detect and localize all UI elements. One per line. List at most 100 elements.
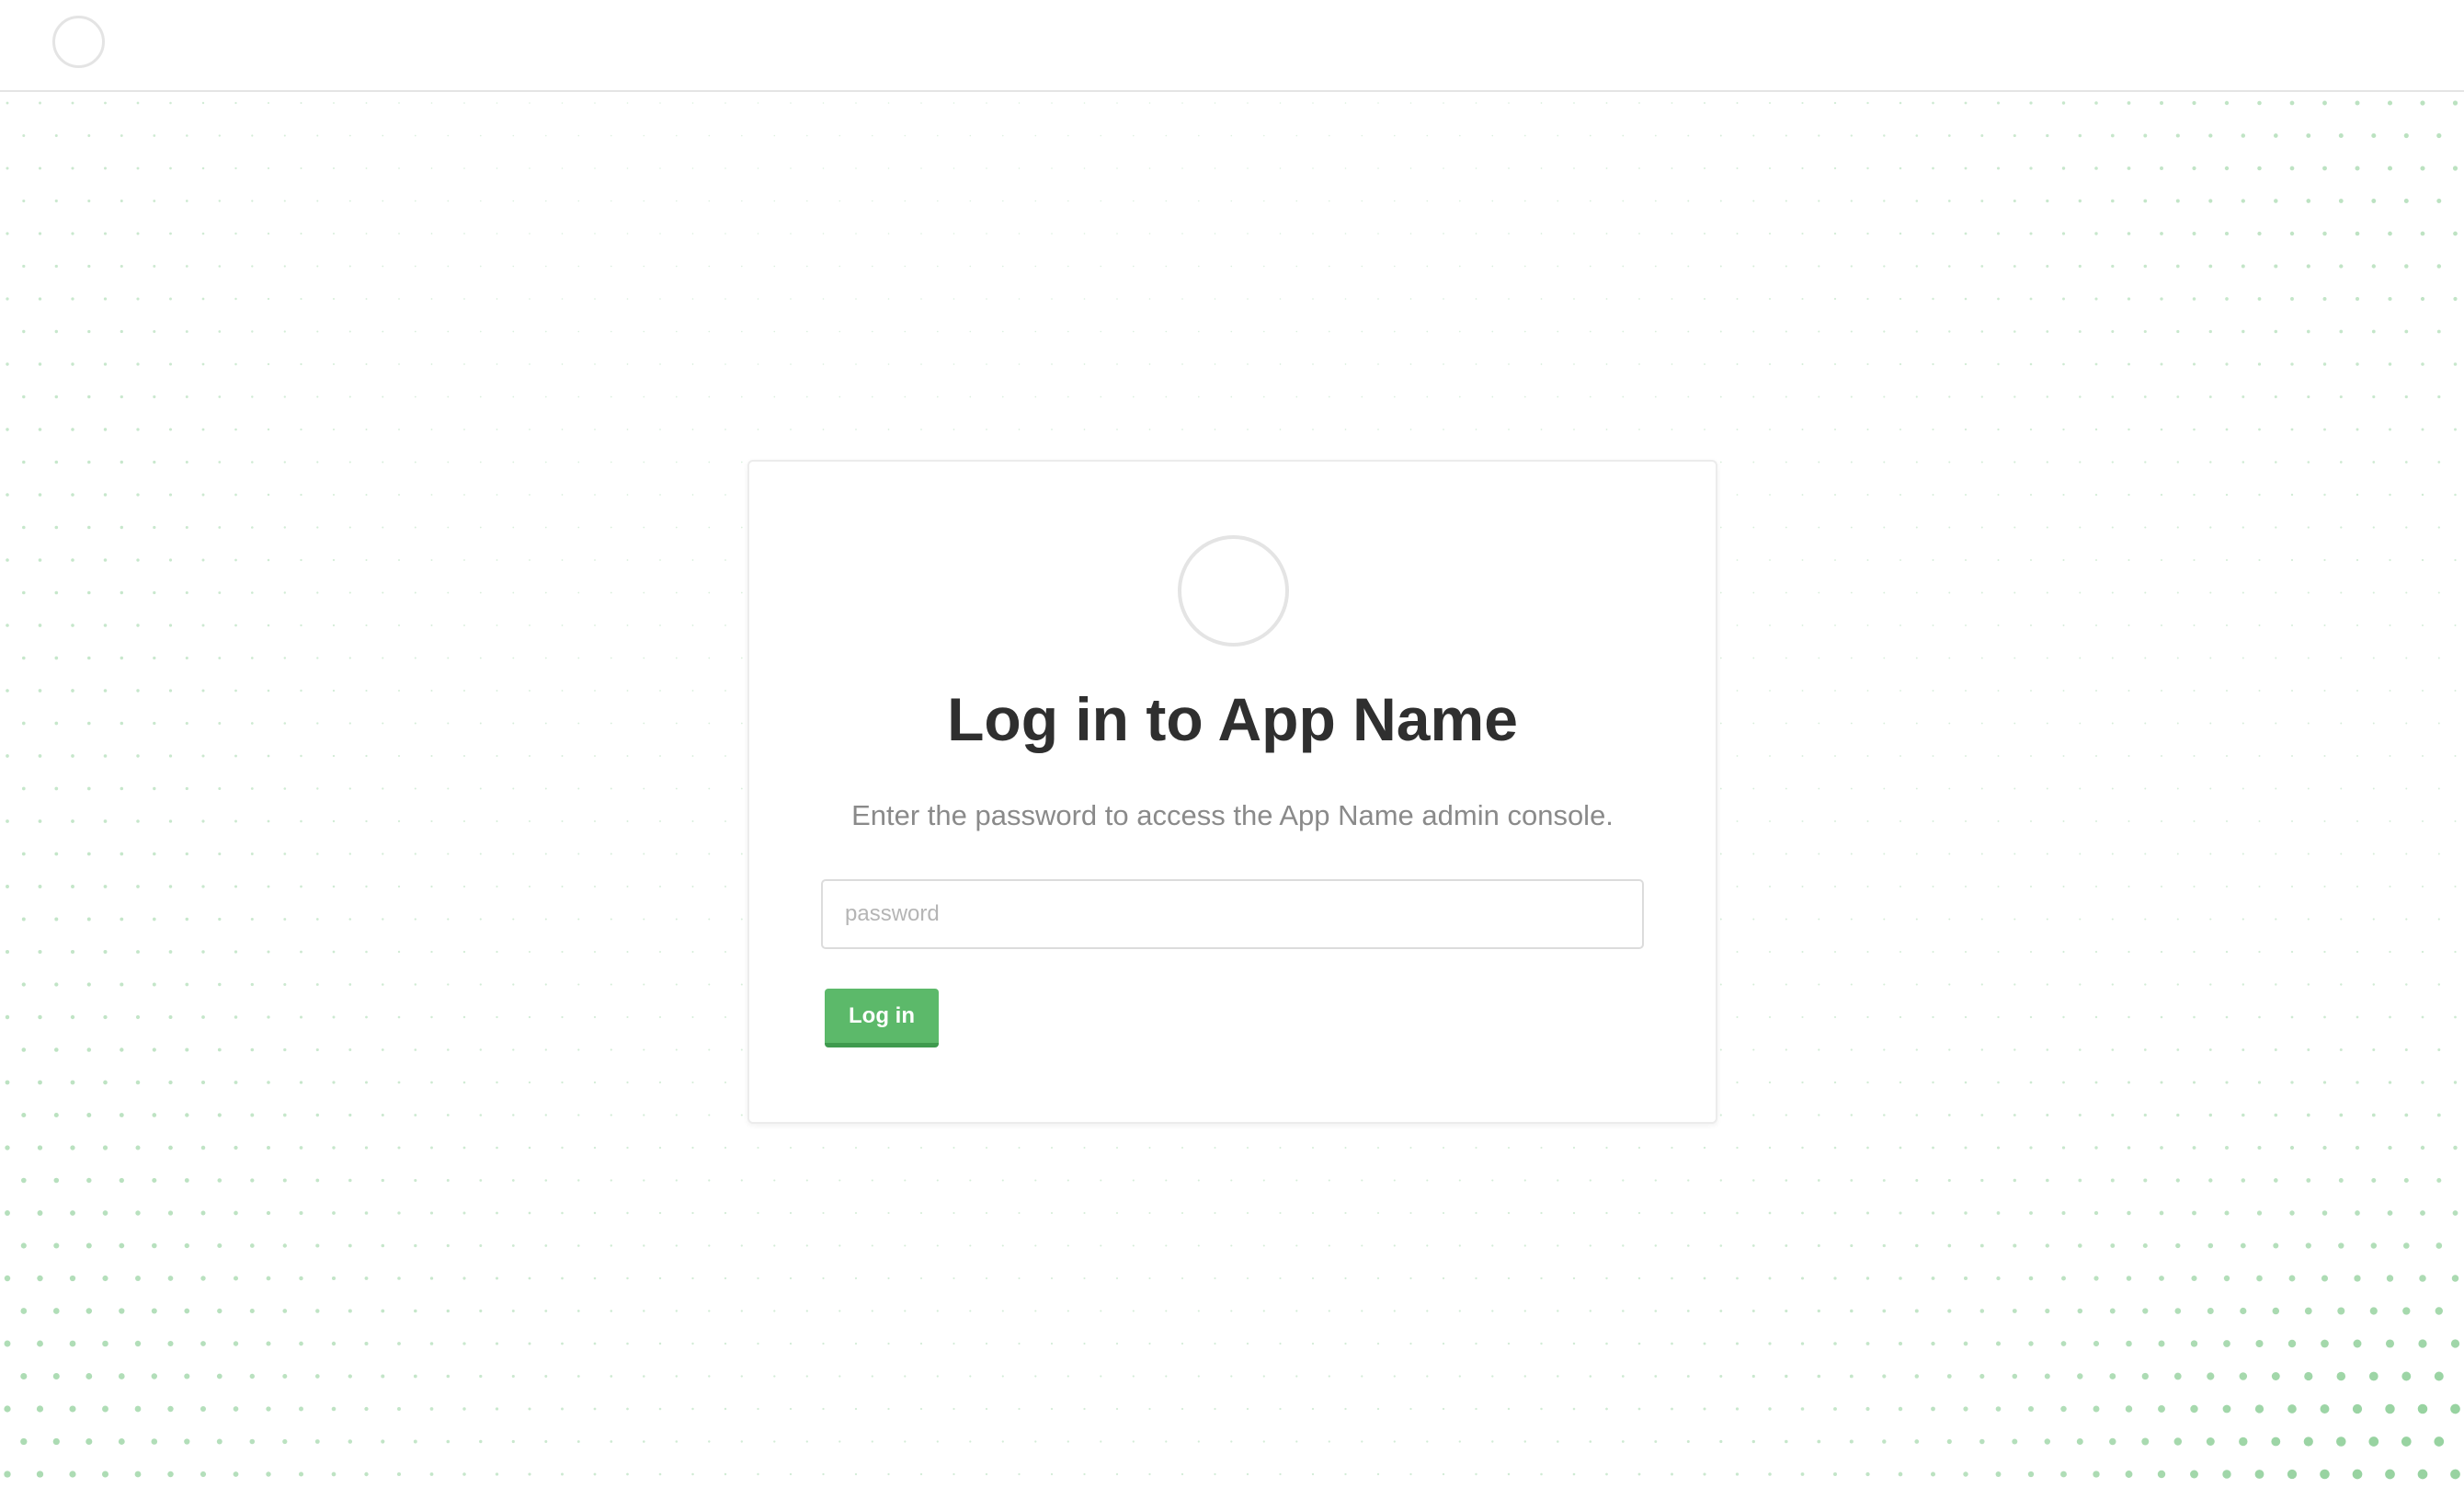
background-dot <box>2012 1309 2017 1313</box>
background-dot <box>920 233 922 235</box>
password-input[interactable] <box>821 879 1644 949</box>
background-dot <box>348 330 351 333</box>
background-dot <box>348 918 352 921</box>
background-dot <box>740 853 743 855</box>
background-dot <box>2159 1276 2164 1281</box>
background-dot <box>2127 885 2130 888</box>
background-dot <box>1214 1472 1216 1476</box>
background-dot <box>1914 1439 1920 1444</box>
background-dot <box>249 1308 255 1314</box>
background-dot <box>1768 1146 1772 1150</box>
background-dot <box>1393 1375 1396 1378</box>
background-dot <box>201 362 205 366</box>
background-dot <box>2420 1210 2425 1216</box>
background-dot <box>1769 624 1771 626</box>
background-dot <box>2307 526 2310 529</box>
header-logo-icon[interactable] <box>52 16 105 68</box>
background-dot <box>1800 1276 1805 1280</box>
background-dot <box>1214 1276 1216 1280</box>
background-dot <box>2257 1081 2262 1084</box>
background-dot <box>1866 886 1869 887</box>
background-dot <box>299 1015 303 1019</box>
background-dot <box>2144 918 2147 921</box>
background-dot <box>512 853 515 855</box>
background-dot <box>1034 1375 1037 1378</box>
background-dot <box>561 1081 564 1084</box>
background-dot <box>1018 167 1021 169</box>
background-dot <box>2386 1275 2394 1282</box>
background-dot <box>1443 233 1444 235</box>
background-dot <box>724 1276 727 1280</box>
background-dot <box>2062 1015 2065 1019</box>
background-dot <box>986 102 987 104</box>
background-dot <box>315 1113 320 1117</box>
background-dot <box>1295 330 1298 333</box>
background-dot <box>757 429 759 430</box>
background-dot <box>1932 886 1934 887</box>
background-dot <box>708 134 711 137</box>
background-dot <box>1785 134 1787 137</box>
background-dot <box>2127 624 2130 626</box>
background-dot <box>153 786 156 791</box>
background-dot <box>724 1211 727 1215</box>
background-dot <box>1475 298 1477 300</box>
background-dot <box>200 1210 206 1216</box>
background-dot <box>969 265 972 268</box>
background-dot <box>200 1471 207 1478</box>
background-dot <box>6 428 9 431</box>
background-dot <box>643 722 645 725</box>
background-dot <box>234 493 237 497</box>
background-dot <box>2274 1113 2278 1117</box>
login-button[interactable]: Log in <box>825 989 939 1047</box>
background-dot <box>1214 298 1216 300</box>
background-dot <box>70 1210 75 1216</box>
background-dot <box>1915 918 1918 921</box>
background-dot <box>1132 1375 1135 1378</box>
background-dot <box>610 1375 613 1378</box>
background-dot <box>283 918 287 921</box>
background-dot <box>250 722 254 725</box>
background-dot <box>2339 264 2344 269</box>
background-dot <box>447 853 450 855</box>
background-dot <box>429 1342 434 1345</box>
background-dot <box>120 721 124 726</box>
background-dot <box>2079 918 2082 921</box>
background-dot <box>659 167 661 169</box>
background-dot <box>561 1276 564 1280</box>
background-dot <box>364 1146 369 1150</box>
background-dot <box>626 363 629 365</box>
background-dot <box>1735 1407 1740 1411</box>
background-dot <box>1001 1310 1004 1312</box>
background-dot <box>6 101 9 105</box>
background-dot <box>1018 1211 1021 1215</box>
background-dot <box>283 461 286 464</box>
background-dot <box>1197 1310 1200 1312</box>
background-dot <box>118 1438 125 1445</box>
background-dot <box>1508 363 1510 365</box>
background-dot <box>1979 1309 1985 1313</box>
background-dot <box>1654 265 1657 268</box>
background-dot <box>2046 787 2048 790</box>
background-dot <box>1442 1146 1445 1150</box>
background-dot <box>2078 133 2082 138</box>
background-dot <box>904 395 907 398</box>
background-dot <box>234 428 237 431</box>
background-dot <box>1948 983 1951 986</box>
background-dot <box>1637 1342 1641 1345</box>
background-dot <box>365 624 368 627</box>
background-dot <box>2421 885 2424 888</box>
background-dot <box>2192 297 2196 301</box>
background-dot <box>1083 1407 1086 1411</box>
background-dot <box>740 395 743 398</box>
background-dot <box>2193 493 2196 497</box>
background-dot <box>2045 1308 2050 1314</box>
background-dot <box>2143 133 2148 138</box>
background-dot <box>2192 232 2196 235</box>
background-dot <box>2389 820 2391 822</box>
background-dot <box>2029 1081 2033 1084</box>
background-dot <box>576 1440 580 1443</box>
background-dot <box>136 950 140 954</box>
background-dot <box>71 819 74 823</box>
background-dot <box>1409 1211 1412 1215</box>
background-dot <box>1426 200 1429 202</box>
